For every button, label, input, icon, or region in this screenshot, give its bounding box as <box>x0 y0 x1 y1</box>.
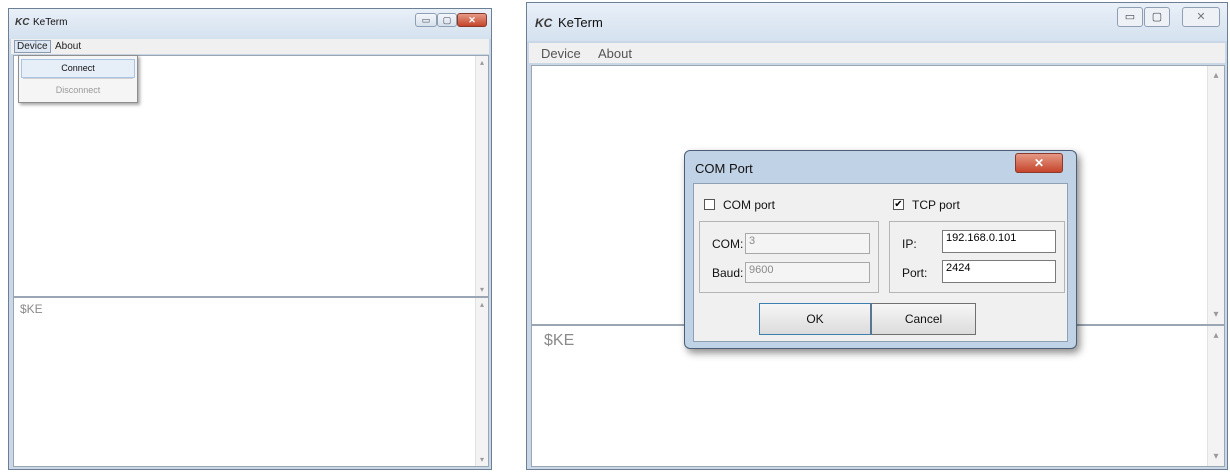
baud-label: Baud: <box>712 266 744 280</box>
port-field[interactable]: 2424 <box>942 260 1056 283</box>
menu-item-connect[interactable]: Connect <box>21 59 135 78</box>
menu-about[interactable]: About <box>598 46 632 61</box>
output-scrollbar[interactable]: ▴ ▾ <box>1207 66 1224 324</box>
dialog-close-button[interactable]: ✕ <box>1015 153 1063 173</box>
ip-label: IP: <box>902 237 917 251</box>
com-port-checkbox[interactable] <box>704 199 715 210</box>
device-dropdown-menu: Connect Disconnect <box>18 55 138 103</box>
close-icon: ✕ <box>1033 156 1045 170</box>
baud-field[interactable]: 9600 <box>745 262 870 283</box>
maximize-button[interactable]: ▢ <box>437 13 457 27</box>
menu-divider <box>23 78 133 79</box>
input-scrollbar[interactable]: ▴ ▾ <box>475 298 488 466</box>
menu-item-disconnect[interactable]: Disconnect <box>21 82 135 98</box>
window-title: KeTerm <box>33 17 68 28</box>
ip-field[interactable]: 192.168.0.101 <box>942 230 1056 253</box>
scroll-down-icon[interactable]: ▾ <box>476 455 488 464</box>
maximize-icon: ▢ <box>1151 11 1163 23</box>
input-scrollbar[interactable]: ▴ ▾ <box>1207 326 1224 466</box>
com-label: COM: <box>712 237 744 251</box>
close-icon: ✕ <box>468 15 476 25</box>
close-button[interactable]: ✕ <box>1182 7 1220 27</box>
com-field[interactable]: 3 <box>745 233 870 254</box>
minimize-icon: ▭ <box>1124 11 1136 23</box>
cancel-button[interactable]: Cancel <box>871 303 976 335</box>
scroll-up-icon[interactable]: ▴ <box>476 58 488 67</box>
scroll-down-icon[interactable]: ▾ <box>1208 309 1224 320</box>
input-pane[interactable]: $KE ▴ ▾ <box>13 297 489 467</box>
scroll-down-icon[interactable]: ▾ <box>476 285 488 294</box>
menu-about[interactable]: About <box>55 41 81 52</box>
maximize-icon: ▢ <box>442 15 452 25</box>
minimize-icon: ▭ <box>421 15 431 25</box>
scroll-up-icon[interactable]: ▴ <box>1208 70 1224 81</box>
left-title-bar[interactable]: KC KeTerm ▭ ▢ ✕ <box>9 9 491 39</box>
minimize-button[interactable]: ▭ <box>1117 7 1143 27</box>
right-title-bar[interactable]: KC KeTerm ▭ ▢ ✕ <box>527 3 1227 41</box>
dialog-body: COM port COM: 3 Baud: 9600 ✔ TCP port IP… <box>693 183 1068 342</box>
input-prompt: $KE <box>20 302 43 316</box>
dialog-title: COM Port <box>695 161 753 176</box>
menu-device[interactable]: Device <box>14 40 51 53</box>
window-title: KeTerm <box>558 15 603 30</box>
close-button[interactable]: ✕ <box>457 13 487 27</box>
left-keterm-window: KC KeTerm ▭ ▢ ✕ Device About ▴ ▾ $KE ▴ ▾… <box>8 8 492 470</box>
output-scrollbar[interactable]: ▴ ▾ <box>475 56 488 296</box>
com-port-dialog: COM Port ✕ COM port COM: 3 Baud: 9600 ✔ … <box>684 150 1077 349</box>
input-prompt: $KE <box>544 332 575 349</box>
com-settings-group: COM: 3 Baud: 9600 <box>699 221 879 293</box>
scroll-up-icon[interactable]: ▴ <box>476 300 488 309</box>
tcp-settings-group: IP: 192.168.0.101 Port: 2424 <box>889 221 1065 293</box>
port-label: Port: <box>902 266 928 280</box>
app-logo-icon: KC <box>15 17 30 28</box>
app-logo-icon: KC <box>535 16 553 30</box>
menu-bar: Device About <box>11 39 489 54</box>
close-icon: ✕ <box>1196 11 1206 23</box>
menu-bar: Device About <box>529 43 1225 63</box>
maximize-button[interactable]: ▢ <box>1144 7 1170 27</box>
tcp-port-checkbox[interactable]: ✔ <box>893 199 904 210</box>
com-port-label: COM port <box>723 198 776 212</box>
checkmark-icon: ✔ <box>894 199 903 210</box>
ok-button[interactable]: OK <box>759 303 871 335</box>
minimize-button[interactable]: ▭ <box>415 13 437 27</box>
scroll-up-icon[interactable]: ▴ <box>1208 330 1224 341</box>
menu-device[interactable]: Device <box>541 46 581 61</box>
tcp-port-label: TCP port <box>912 198 960 212</box>
scroll-down-icon[interactable]: ▾ <box>1208 451 1224 462</box>
